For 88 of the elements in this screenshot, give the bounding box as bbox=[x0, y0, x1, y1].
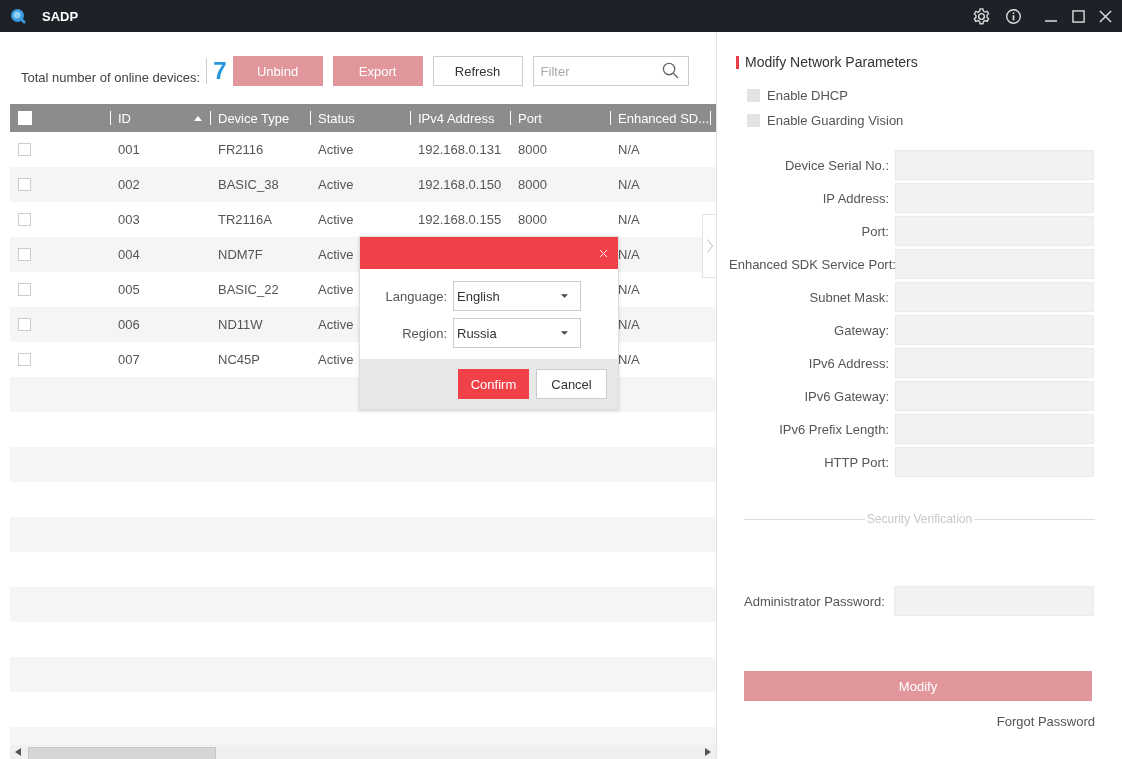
settings-icon[interactable] bbox=[972, 6, 991, 26]
cancel-button[interactable]: Cancel bbox=[536, 369, 607, 399]
field-label: Port: bbox=[860, 223, 890, 239]
close-icon[interactable] bbox=[1099, 9, 1112, 23]
table-cell: TR2116A bbox=[218, 212, 272, 227]
table-cell: Active bbox=[318, 282, 354, 297]
field-label: Enhanced SDK Service Port: bbox=[729, 256, 895, 272]
confirm-button[interactable]: Confirm bbox=[458, 369, 529, 399]
caret-icon[interactable] bbox=[561, 294, 568, 298]
field-label: Language: bbox=[384, 288, 448, 304]
table-cell: 192.168.0.131 bbox=[418, 142, 502, 157]
table-cell: Active bbox=[318, 317, 354, 332]
field-label: Administrator Password: bbox=[744, 593, 886, 609]
table-cell: 006 bbox=[118, 317, 140, 332]
maximize-icon[interactable] bbox=[1072, 9, 1085, 23]
select-all-checkbox[interactable] bbox=[18, 111, 32, 125]
dropdown[interactable]: Russia bbox=[453, 318, 581, 348]
row-checkbox[interactable] bbox=[18, 283, 31, 296]
field-label: IPv6 Address: bbox=[807, 355, 890, 371]
table-cell: 192.168.0.155 bbox=[418, 212, 502, 227]
forgot-password-link[interactable]: Forgot Password bbox=[996, 714, 1095, 729]
table-cell: N/A bbox=[618, 352, 640, 367]
field-label: Region: bbox=[401, 325, 448, 341]
table-cell: Active bbox=[318, 247, 354, 262]
column-header[interactable]: Enhanced SD... bbox=[610, 104, 710, 132]
option-label: Enable DHCP bbox=[767, 88, 848, 103]
horizontal-scrollbar[interactable] bbox=[10, 745, 716, 759]
panel-toggle[interactable] bbox=[702, 214, 716, 278]
table-cell: N/A bbox=[618, 282, 640, 297]
toolbar-button[interactable]: Refresh bbox=[432, 56, 523, 86]
field-label: IP Address: bbox=[821, 190, 890, 206]
field-label: IPv6 Prefix Length: bbox=[778, 421, 890, 437]
device-count: 7 bbox=[206, 58, 227, 84]
table-cell: N/A bbox=[618, 317, 640, 332]
table-cell: Active bbox=[318, 212, 354, 227]
field-label: Gateway: bbox=[833, 322, 890, 338]
panel-title: Modify Network Parameters bbox=[745, 54, 918, 70]
table-cell: BASIC_38 bbox=[218, 177, 279, 192]
chevron-right-icon[interactable] bbox=[706, 239, 713, 253]
field-label: IPv6 Gateway: bbox=[803, 388, 890, 404]
table-cell: Active bbox=[318, 142, 354, 157]
row-checkbox[interactable] bbox=[18, 178, 31, 191]
online-devices-label: Total number of online devices: bbox=[21, 69, 201, 85]
table-cell: BASIC_22 bbox=[218, 282, 279, 297]
table-cell: 005 bbox=[118, 282, 140, 297]
table-cell: ND11W bbox=[218, 317, 263, 332]
table-cell: FR2116 bbox=[218, 142, 264, 157]
column-header[interactable]: Status bbox=[310, 104, 410, 132]
row-checkbox[interactable] bbox=[18, 353, 31, 366]
window-title: SADP bbox=[42, 8, 79, 24]
search-icon[interactable] bbox=[661, 62, 679, 79]
scroll-left-icon[interactable] bbox=[15, 748, 21, 756]
field-label: Device Serial No.: bbox=[783, 157, 890, 173]
table-cell: 8000 bbox=[518, 142, 547, 157]
table-cell: 8000 bbox=[518, 177, 547, 192]
table-cell: NC45P bbox=[218, 352, 260, 367]
table-cell: Active bbox=[318, 352, 354, 367]
option-label: Enable Guarding Vision bbox=[767, 113, 904, 128]
table-cell: N/A bbox=[618, 247, 640, 262]
app-logo-icon bbox=[10, 8, 26, 24]
table-cell: N/A bbox=[618, 142, 640, 157]
row-checkbox[interactable] bbox=[18, 248, 31, 261]
row-checkbox[interactable] bbox=[18, 213, 31, 226]
field-label: HTTP Port: bbox=[823, 454, 890, 470]
scroll-right-icon[interactable] bbox=[705, 748, 711, 756]
table-cell: 002 bbox=[118, 177, 140, 192]
caret-icon[interactable] bbox=[561, 331, 568, 335]
sort-arrow-icon[interactable] bbox=[194, 115, 202, 121]
table-cell: Active bbox=[318, 177, 354, 192]
filter-field[interactable]: Filter bbox=[532, 56, 689, 86]
table-cell: NDM7F bbox=[218, 247, 263, 262]
row-checkbox[interactable] bbox=[18, 318, 31, 331]
column-header[interactable]: Device Type bbox=[210, 104, 310, 132]
dropdown[interactable]: English bbox=[453, 281, 581, 311]
table-cell: 001 bbox=[118, 142, 140, 157]
info-icon[interactable] bbox=[1005, 7, 1022, 25]
column-header[interactable]: ID bbox=[110, 104, 210, 132]
field-label: Subnet Mask: bbox=[808, 289, 890, 305]
column-header[interactable]: Port bbox=[510, 104, 610, 132]
table-cell: 8000 bbox=[518, 212, 547, 227]
column-header[interactable]: IPv4 Address bbox=[410, 104, 510, 132]
table-cell: 192.168.0.150 bbox=[418, 177, 502, 192]
table-cell: 003 bbox=[118, 212, 140, 227]
table-cell: N/A bbox=[618, 177, 640, 192]
table-cell: N/A bbox=[618, 212, 640, 227]
row-checkbox[interactable] bbox=[18, 143, 31, 156]
table-cell: 004 bbox=[118, 247, 140, 262]
table-cell: 007 bbox=[118, 352, 140, 367]
